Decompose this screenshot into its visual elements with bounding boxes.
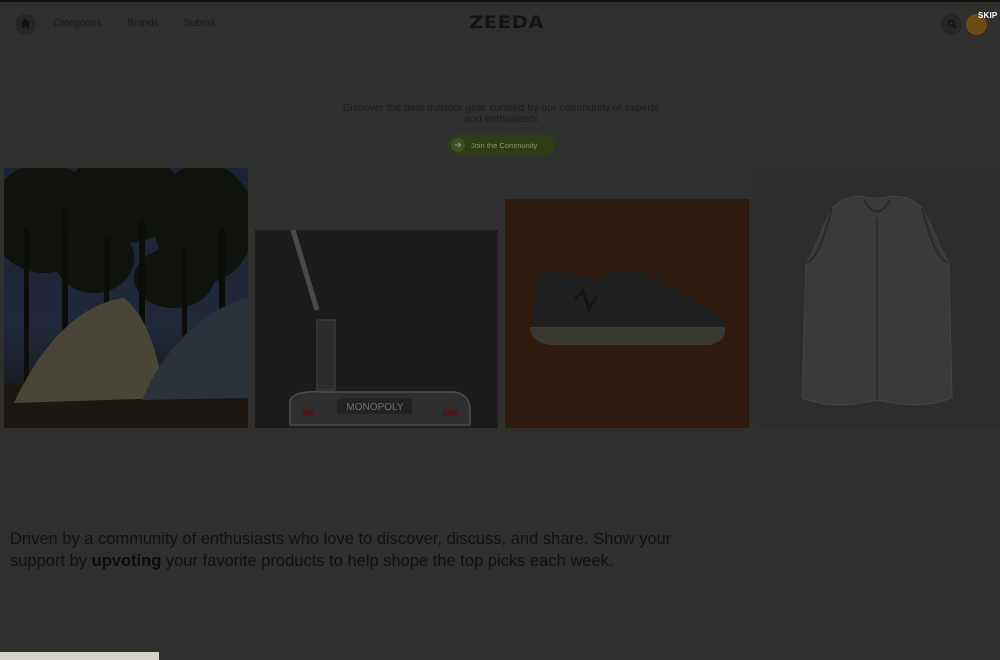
arrow-right-icon bbox=[451, 138, 465, 152]
mission-emphasis: upvoting bbox=[91, 551, 162, 570]
mission-text-end: your favorite products to help shope the… bbox=[161, 551, 614, 570]
nav-categories-link[interactable]: Categories bbox=[53, 18, 101, 29]
home-icon bbox=[20, 16, 31, 34]
cookie-banner[interactable] bbox=[0, 652, 159, 660]
home-button[interactable] bbox=[15, 14, 36, 35]
product-card-sneaker[interactable] bbox=[505, 199, 749, 428]
search-button[interactable] bbox=[941, 14, 962, 35]
skip-button[interactable]: SKIP bbox=[978, 11, 997, 20]
nav-submit-link[interactable]: Submit bbox=[184, 18, 215, 29]
sneaker-image bbox=[505, 199, 749, 428]
join-community-label: Join the Community bbox=[471, 140, 538, 150]
product-card-putter[interactable]: MONOPOLY bbox=[255, 230, 498, 428]
join-community-button[interactable]: Join the Community bbox=[448, 135, 555, 155]
putter-brand-text: MONOPOLY bbox=[346, 402, 403, 413]
putter-image: MONOPOLY bbox=[255, 230, 498, 428]
nav-brands-link[interactable]: Brands bbox=[127, 18, 159, 29]
tent-image bbox=[4, 168, 248, 428]
site-logo[interactable]: ZEEDA bbox=[469, 13, 544, 33]
vest-image bbox=[754, 168, 1000, 428]
search-icon bbox=[947, 16, 957, 34]
product-card-tent[interactable] bbox=[4, 168, 248, 428]
top-nav: Categories Brands Submit ZEEDA SKIP bbox=[0, 0, 1000, 50]
product-card-vest[interactable] bbox=[754, 168, 1000, 428]
mission-statement: Driven by a community of enthusiasts who… bbox=[10, 528, 730, 572]
hero-subtitle: Discover the best outdoor gear curated b… bbox=[342, 101, 660, 125]
